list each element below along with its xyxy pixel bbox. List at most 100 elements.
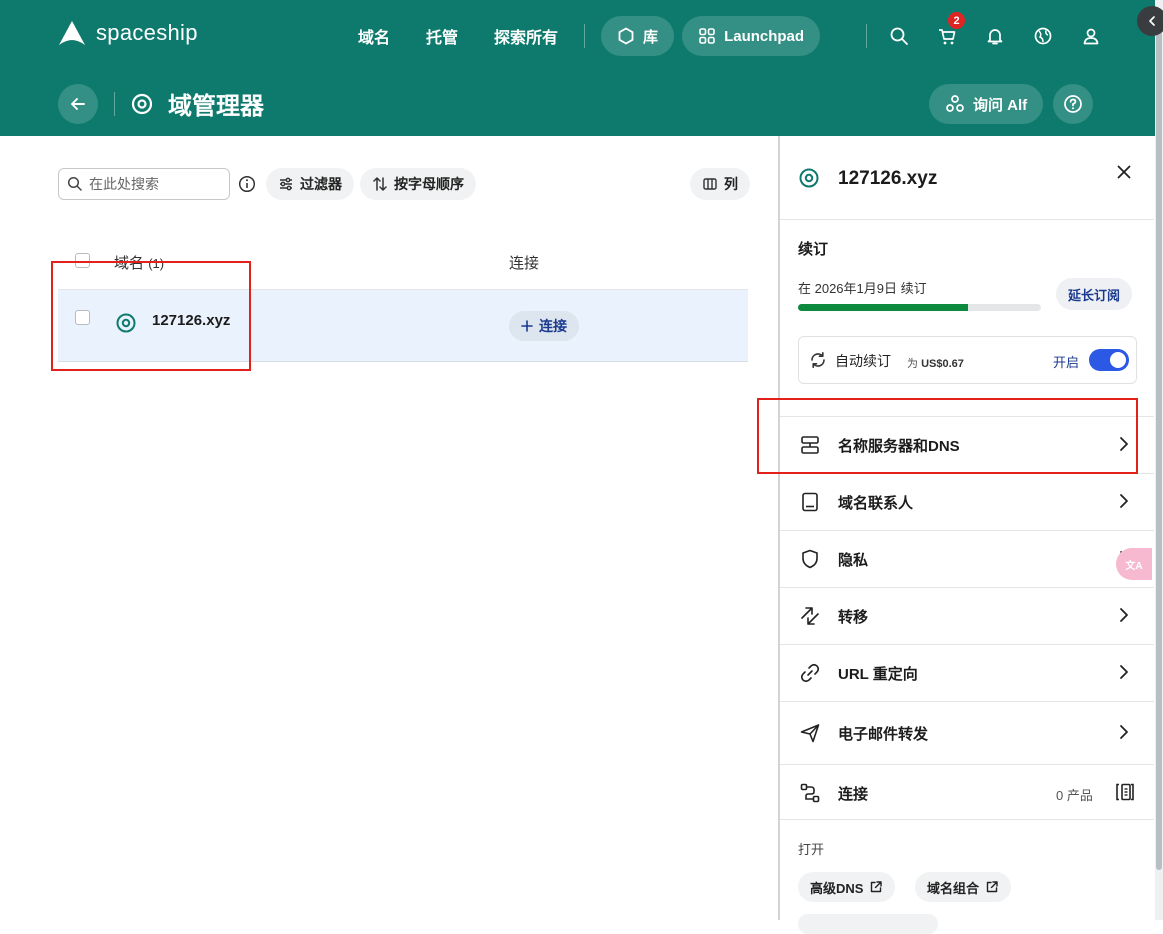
account-button[interactable] bbox=[1067, 16, 1115, 56]
close-icon bbox=[1117, 165, 1131, 179]
filter-label: 过滤器 bbox=[300, 176, 342, 192]
subheader-divider bbox=[114, 92, 115, 116]
nav-link-domains[interactable]: 域名 bbox=[358, 24, 390, 48]
collapse-sidebar-button[interactable] bbox=[1137, 6, 1163, 36]
menu-item-label: 域名联系人 bbox=[838, 495, 914, 512]
domain-status-icon bbox=[799, 168, 819, 188]
close-panel-button[interactable] bbox=[1114, 162, 1134, 187]
advanced-dns-label: 高级DNS bbox=[810, 880, 864, 896]
chevron-right-icon bbox=[1116, 662, 1132, 687]
search-input[interactable] bbox=[89, 176, 219, 192]
nav-link-hosting[interactable]: 托管 bbox=[426, 24, 458, 48]
scrollbar-thumb[interactable] bbox=[1156, 30, 1162, 870]
library-button[interactable]: 库 bbox=[601, 16, 675, 56]
cart-icon bbox=[939, 29, 956, 45]
chevron-left-icon bbox=[1149, 16, 1155, 26]
connect-product-count: 0 产品 bbox=[1056, 788, 1093, 803]
extend-subscription-label: 延长订阅 bbox=[1068, 287, 1121, 303]
chevron-right-icon bbox=[1116, 605, 1132, 630]
domain-target-icon bbox=[131, 93, 153, 114]
columns-icon bbox=[703, 178, 717, 190]
cart-count-badge: 2 bbox=[948, 12, 965, 29]
alf-assistant-icon bbox=[946, 95, 964, 112]
side-panel-icon[interactable] bbox=[1114, 781, 1136, 808]
info-icon bbox=[238, 175, 256, 193]
domain-portfolio-label: 域名组合 bbox=[927, 880, 980, 896]
renew-cycle-icon bbox=[811, 352, 825, 368]
spaceship-logo[interactable]: spaceship bbox=[58, 20, 198, 46]
link-icon bbox=[798, 661, 822, 685]
auto-renew-price: 为 US$0.67 bbox=[907, 358, 964, 370]
chevron-right-icon bbox=[1116, 491, 1132, 516]
domain-portfolio-link[interactable]: 域名组合 bbox=[915, 872, 1012, 902]
filter-button[interactable]: 过滤器 bbox=[266, 168, 354, 200]
nav-link-explore[interactable]: 探索所有 bbox=[494, 24, 558, 48]
sort-label: 按字母顺序 bbox=[394, 176, 464, 192]
mail-forward-icon bbox=[798, 721, 822, 745]
renewal-progress-fill bbox=[798, 304, 969, 311]
library-label: 库 bbox=[643, 28, 659, 46]
back-button[interactable] bbox=[58, 84, 98, 124]
chevron-right-icon bbox=[1116, 722, 1132, 747]
nav-divider bbox=[584, 24, 586, 48]
menu-item-domain-contacts[interactable]: 域名联系人 bbox=[780, 473, 1154, 530]
more-link-chip[interactable] bbox=[798, 914, 938, 934]
advanced-dns-link[interactable]: 高级DNS bbox=[798, 872, 896, 902]
search-button[interactable] bbox=[875, 16, 923, 56]
grid-icon bbox=[699, 28, 715, 44]
launchpad-label: Launchpad bbox=[724, 27, 805, 45]
transfer-icon bbox=[798, 604, 822, 628]
translate-widget-icon[interactable]: 文A bbox=[1116, 548, 1152, 580]
header-icon-bar: 2 bbox=[858, 12, 1115, 56]
help-button[interactable] bbox=[1053, 84, 1093, 124]
auto-renew-label: 自动续订 bbox=[835, 353, 891, 369]
columns-label: 列 bbox=[724, 176, 738, 192]
panel-header: 127126.xyz bbox=[780, 136, 1154, 220]
contact-book-icon bbox=[798, 490, 822, 514]
domain-detail-panel: 127126.xyz 续订 在 2026年1月9日 续订 延长订阅 自动续订 为… bbox=[778, 136, 1154, 934]
arrow-left-icon bbox=[71, 98, 85, 110]
rocket-logo-icon bbox=[59, 21, 85, 45]
help-icon bbox=[1064, 95, 1082, 113]
ask-alf-label: 询问 Alf bbox=[973, 96, 1028, 114]
menu-item-url-redirect[interactable]: URL 重定向 bbox=[780, 644, 1154, 701]
shield-icon bbox=[798, 547, 822, 571]
connect-button[interactable]: 连接 bbox=[509, 311, 579, 341]
logo-text: spaceship bbox=[96, 20, 198, 45]
page-title-text: 域管理器 bbox=[168, 93, 264, 120]
columns-button[interactable]: 列 bbox=[690, 168, 750, 200]
launchpad-button[interactable]: Launchpad bbox=[682, 16, 821, 56]
panel-domain-title: 127126.xyz bbox=[838, 168, 938, 189]
sort-button[interactable]: 按字母顺序 bbox=[360, 168, 476, 200]
menu-item-email-forwarding[interactable]: 电子邮件转发 bbox=[780, 701, 1154, 764]
red-annotation-box bbox=[757, 398, 1138, 474]
extend-subscription-button[interactable]: 延长订阅 bbox=[1056, 278, 1133, 310]
menu-item-connect[interactable]: 连接 0 产品 bbox=[780, 764, 1154, 820]
cart-button[interactable]: 2 bbox=[923, 12, 971, 56]
red-annotation-box bbox=[51, 261, 251, 371]
search-info-button[interactable] bbox=[238, 175, 256, 198]
search-field[interactable] bbox=[58, 168, 230, 200]
menu-item-transfer[interactable]: 转移 bbox=[780, 587, 1154, 644]
auto-renew-box: 自动续订 为 US$0.67 开启 bbox=[798, 336, 1137, 384]
menu-item-privacy[interactable]: 隐私 bbox=[780, 530, 1154, 587]
renewal-date: 在 2026年1月9日 续订 bbox=[798, 281, 927, 296]
hexagon-icon bbox=[618, 27, 634, 45]
ask-alf-button[interactable]: 询问 Alf bbox=[929, 84, 1044, 124]
menu-item-label: 隐私 bbox=[838, 552, 869, 569]
page-title: 域管理器 bbox=[130, 86, 264, 121]
bell-icon bbox=[987, 29, 1003, 45]
auto-renew-state: 开启 bbox=[1053, 355, 1080, 370]
search-icon bbox=[67, 176, 82, 191]
auto-renew-toggle[interactable] bbox=[1089, 349, 1129, 371]
external-link-icon bbox=[986, 881, 998, 893]
user-icon bbox=[1083, 28, 1099, 45]
menu-item-label: 电子邮件转发 bbox=[838, 726, 929, 743]
toggle-knob bbox=[1110, 352, 1126, 368]
notifications-button[interactable] bbox=[971, 16, 1019, 56]
nav-divider bbox=[866, 24, 867, 48]
language-button[interactable] bbox=[1019, 16, 1067, 56]
menu-item-label: 转移 bbox=[838, 609, 869, 626]
plus-icon bbox=[521, 320, 533, 332]
sliders-icon bbox=[280, 177, 292, 191]
